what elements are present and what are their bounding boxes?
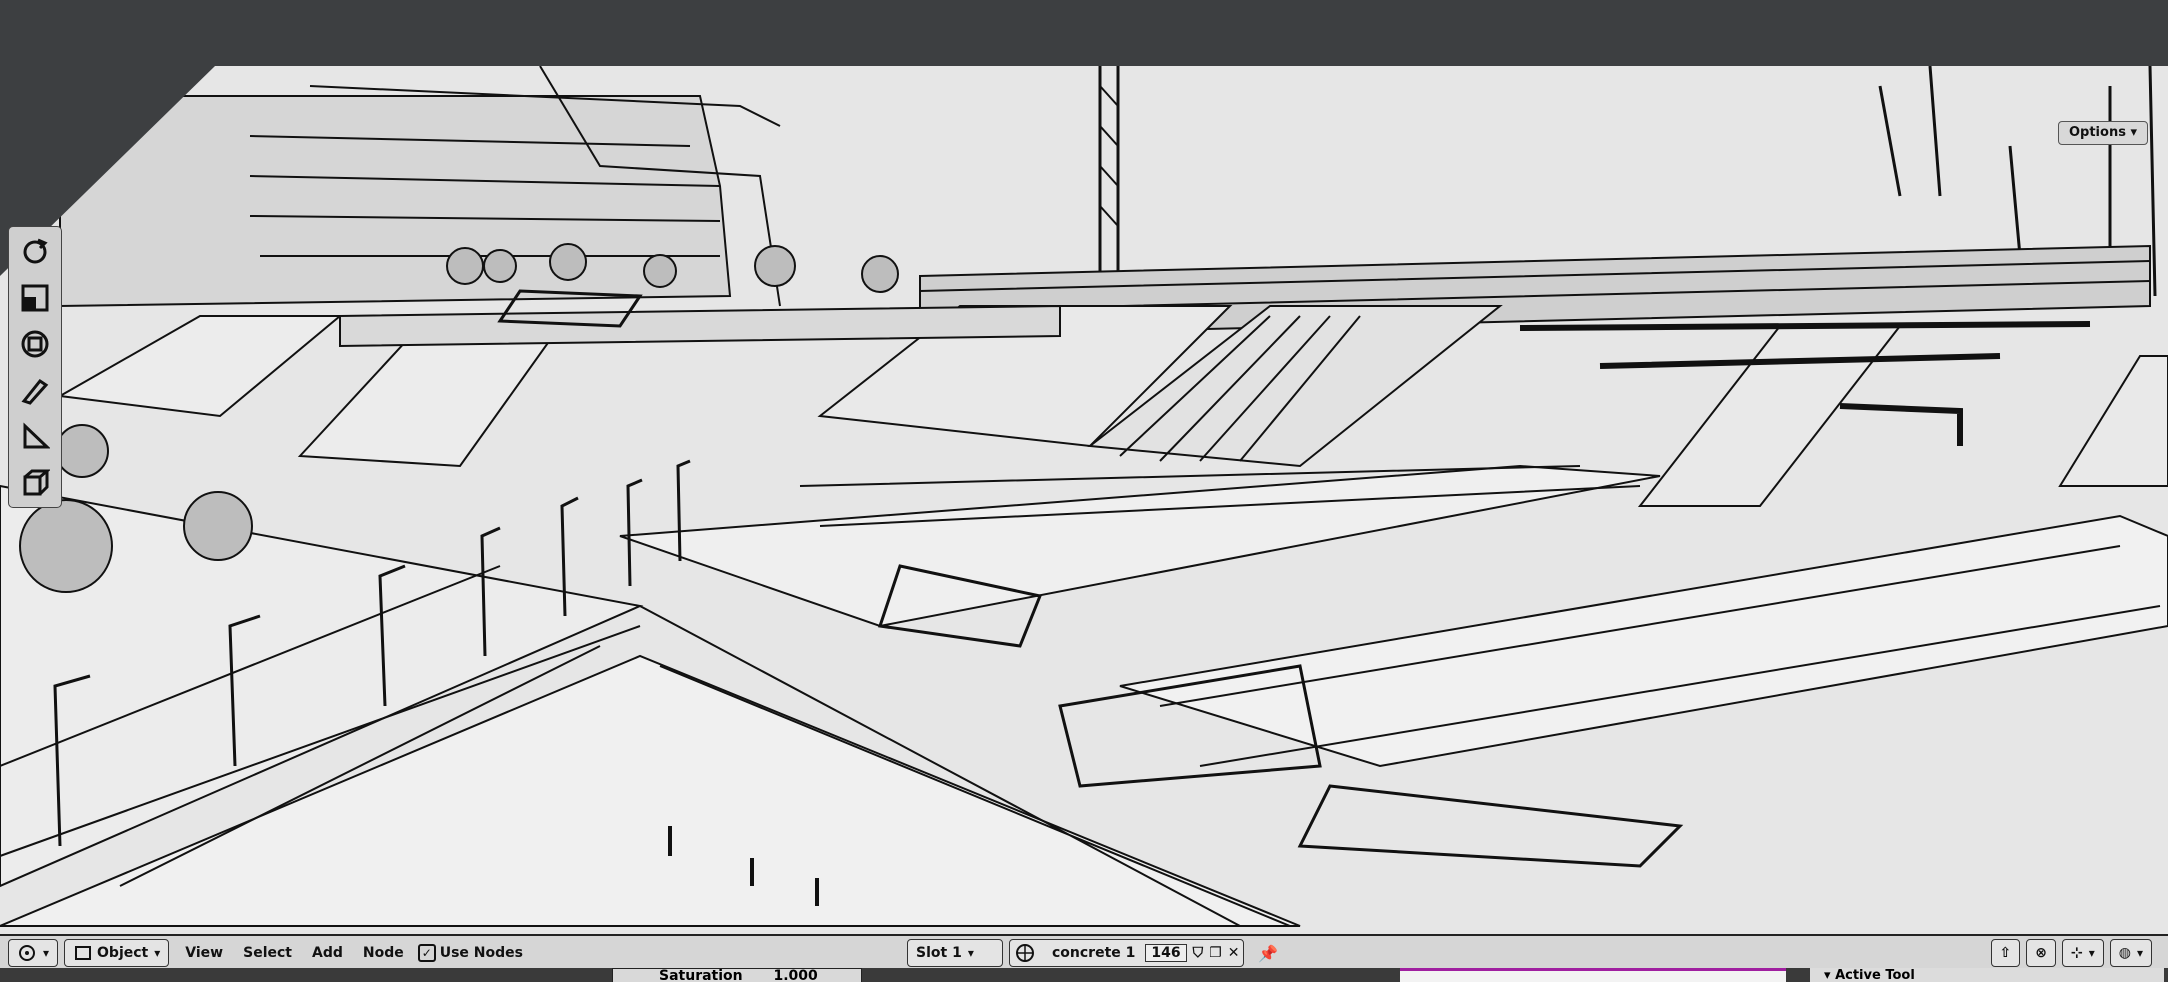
material-name: concrete 1 (1052, 945, 1136, 961)
menu-view[interactable]: View (175, 945, 233, 961)
object-mode-icon (75, 946, 92, 960)
fake-user-shield-icon[interactable]: ⛉ (1193, 945, 1204, 961)
toolbar (8, 226, 62, 508)
saturation-field[interactable]: Saturation 1.000 (612, 968, 862, 982)
menu-add[interactable]: Add (302, 945, 353, 961)
material-sphere-icon (1016, 944, 1034, 962)
slot-label: Slot 1 (916, 945, 962, 961)
tool-rotate[interactable] (13, 231, 57, 273)
node-editor-header: Object View Select Add Node ✓ Use Nodes … (0, 934, 2168, 970)
mode-label: Object (97, 945, 149, 961)
editor-type-button[interactable] (8, 939, 59, 967)
rotate-icon (23, 238, 48, 264)
use-nodes-label: Use Nodes (439, 945, 523, 961)
options-label: Options (2068, 125, 2126, 140)
tool-add-cube[interactable] (13, 461, 57, 503)
scene-render (0, 66, 2168, 927)
selected-node-frame[interactable] (1400, 968, 1786, 982)
unlink-close-icon[interactable]: ✕ (1228, 945, 1240, 961)
active-tool-label: Active Tool (1835, 968, 1915, 982)
gizmo-icon[interactable]: ⊹ (2061, 939, 2104, 967)
user-count: 146 (1145, 944, 1187, 962)
pencil-icon (21, 378, 49, 405)
options-dropdown[interactable]: Options ▾ (2057, 121, 2148, 145)
snap-icon[interactable]: ⊗ (2026, 939, 2056, 967)
parent-node-tree-icon[interactable]: ⇧ (1990, 939, 2021, 967)
scale-icon (21, 284, 49, 312)
tool-annotate[interactable] (13, 369, 57, 411)
saturation-label: Saturation (659, 968, 743, 982)
title-bar (0, 0, 2168, 66)
tool-scale[interactable] (13, 277, 57, 319)
ruler-icon (23, 422, 50, 449)
mode-dropdown[interactable]: Object (64, 939, 170, 967)
slot-dropdown[interactable]: Slot 1 (907, 939, 1003, 967)
editor-type-icon (19, 945, 35, 961)
use-nodes-toggle[interactable]: ✓ Use Nodes (417, 944, 523, 962)
saturation-value: 1.000 (773, 968, 818, 982)
menu-select[interactable]: Select (233, 945, 302, 961)
menu-node[interactable]: Node (353, 945, 414, 961)
lower-area: Saturation 1.000 ▾ Active Tool (0, 968, 2168, 982)
checkbox-icon: ✓ (417, 944, 436, 962)
cube-add-icon (23, 469, 50, 496)
pin-icon[interactable]: 📌 (1258, 944, 1278, 963)
material-selector[interactable]: concrete 1 146 ⛉ ❐ ✕ (1009, 939, 1245, 967)
tool-measure[interactable] (13, 415, 57, 457)
transform-icon (21, 330, 49, 358)
duplicate-icon[interactable]: ❐ (1209, 945, 1222, 961)
active-tool-panel[interactable]: ▾ Active Tool (1810, 968, 2164, 982)
tool-transform[interactable] (13, 323, 57, 365)
overlays-icon[interactable]: ◍ (2109, 939, 2152, 967)
3d-viewport[interactable]: Options ▾ (0, 66, 2168, 934)
